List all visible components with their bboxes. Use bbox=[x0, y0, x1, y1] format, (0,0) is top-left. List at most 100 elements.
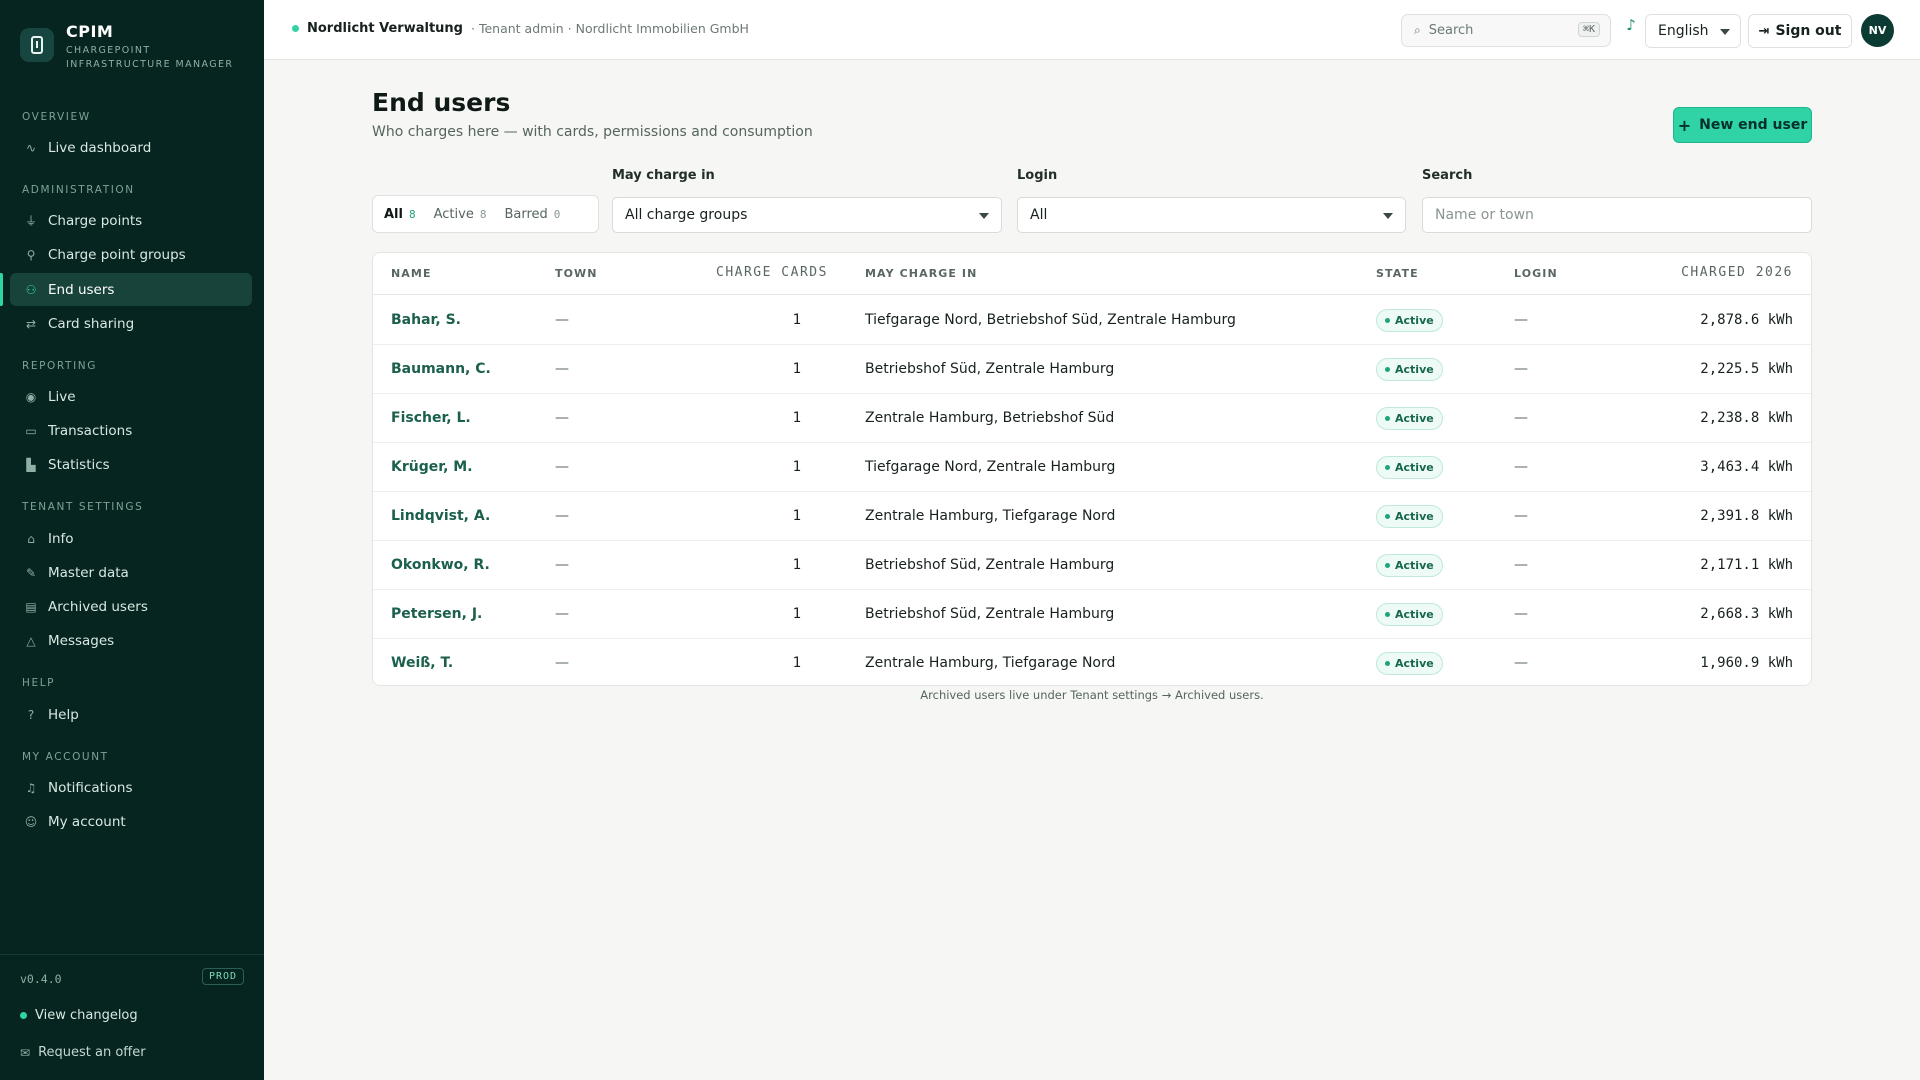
sign-out-icon: ⇥ bbox=[1758, 23, 1770, 39]
archive-icon: ▤ bbox=[25, 599, 37, 614]
may-charge-cell: Zentrale Hamburg, Tiefgarage Nord bbox=[865, 508, 1116, 524]
nav-section-administration: ADMINISTRATION bbox=[22, 184, 135, 196]
sidebar-item-end-users[interactable]: ⚇ End users bbox=[0, 273, 252, 306]
table-row[interactable]: Lindqvist, A. — 1 Zentrale Hamburg, Tiefgar… bbox=[373, 492, 1811, 541]
town-cell: — bbox=[555, 655, 569, 671]
table-row[interactable]: Okonkwo, R. — 1 Betriebshof Süd, Zentrale H… bbox=[373, 541, 1811, 590]
status-label: Active bbox=[1395, 363, 1434, 376]
may-charge-cell: Betriebshof Süd, Zentrale Hamburg bbox=[865, 361, 1115, 377]
sidebar-item-my-account[interactable]: ☺ My account bbox=[10, 805, 252, 838]
login-select[interactable]: All bbox=[1017, 197, 1406, 233]
charged-cell: 2,238.8 kWh bbox=[1700, 410, 1793, 426]
table-row[interactable]: Fischer, L. — 1 Zentrale Hamburg, Betriebsh… bbox=[373, 394, 1811, 443]
charge-cards-cell: 1 bbox=[792, 459, 801, 475]
login-cell: — bbox=[1514, 459, 1528, 475]
sidebar-item-label: Archived users bbox=[48, 598, 148, 615]
table-row[interactable]: Baumann, C. — 1 Betriebshof Süd, Zentrale H… bbox=[373, 345, 1811, 394]
may-charge-cell: Zentrale Hamburg, Tiefgarage Nord bbox=[865, 655, 1116, 671]
sidebar-item-help[interactable]: ? Help bbox=[10, 698, 252, 731]
sidebar-item-label: Info bbox=[48, 530, 74, 547]
login-cell: — bbox=[1514, 557, 1528, 573]
col-name[interactable]: NAME bbox=[391, 267, 432, 280]
may-charge-select[interactable]: All charge groups bbox=[612, 197, 1002, 233]
new-end-user-label: New end user bbox=[1699, 117, 1808, 133]
sidebar-item-archived-users[interactable]: ▤ Archived users bbox=[10, 590, 252, 623]
may-charge-cell: Betriebshof Süd, Zentrale Hamburg bbox=[865, 606, 1115, 622]
charge-cards-cell: 1 bbox=[792, 508, 801, 524]
sidebar-item-notifications[interactable]: ♫ Notifications bbox=[10, 771, 252, 804]
request-offer-link[interactable]: ✉ Request an offer bbox=[20, 1045, 146, 1060]
may-charge-value: All charge groups bbox=[625, 207, 748, 223]
status-label: Active bbox=[1395, 412, 1434, 425]
user-name-link[interactable]: Okonkwo, R. bbox=[391, 557, 490, 573]
status-label: Active bbox=[1395, 608, 1434, 621]
new-end-user-button[interactable]: + New end user bbox=[1673, 107, 1812, 143]
sidebar-item-statistics[interactable]: ▙ Statistics bbox=[10, 448, 252, 481]
status-badge: Active bbox=[1376, 603, 1443, 626]
tab-active[interactable]: Active 8 bbox=[426, 199, 495, 229]
col-charged-2026[interactable]: CHARGED 2026 bbox=[1623, 265, 1793, 280]
user-name-link[interactable]: Fischer, L. bbox=[391, 410, 471, 426]
col-may-charge[interactable]: MAY CHARGE IN bbox=[865, 267, 977, 280]
avatar[interactable]: NV bbox=[1861, 14, 1894, 47]
tab-barred[interactable]: Barred 0 bbox=[496, 199, 568, 229]
global-search-input[interactable]: ⌕ Search ⌘K bbox=[1401, 14, 1611, 47]
table-row[interactable]: Bahar, S. — 1 Tiefgarage Nord, Betriebshof … bbox=[373, 296, 1811, 345]
user-name-link[interactable]: Lindqvist, A. bbox=[391, 508, 490, 524]
sidebar: CPIM CHARGEPOINT INFRASTRUCTURE MANAGER … bbox=[0, 0, 264, 1080]
tab-label: All bbox=[384, 206, 403, 222]
nav-section-my-account: MY ACCOUNT bbox=[22, 751, 109, 763]
charged-cell: 2,225.5 kWh bbox=[1700, 361, 1793, 377]
sidebar-item-charge-point-groups[interactable]: ⚲ Charge point groups bbox=[10, 238, 252, 271]
view-changelog-link[interactable]: View changelog bbox=[20, 1008, 138, 1023]
tab-count: 0 bbox=[553, 207, 561, 221]
card-icon: ▭ bbox=[25, 423, 37, 438]
table-row[interactable]: Krüger, M. — 1 Tiefgarage Nord, Zentrale Ha… bbox=[373, 443, 1811, 492]
end-users-table: NAME TOWN CHARGE CARDS MAY CHARGE IN STA… bbox=[372, 252, 1812, 686]
col-login[interactable]: LOGIN bbox=[1514, 267, 1558, 280]
sign-out-label: Sign out bbox=[1775, 23, 1842, 39]
login-cell: — bbox=[1514, 508, 1528, 524]
request-offer-label: Request an offer bbox=[38, 1045, 146, 1060]
language-value: English bbox=[1658, 23, 1709, 39]
col-town[interactable]: TOWN bbox=[555, 267, 598, 280]
help-icon: ? bbox=[27, 707, 35, 722]
charge-cards-cell: 1 bbox=[792, 410, 801, 426]
user-name-link[interactable]: Bahar, S. bbox=[391, 312, 461, 328]
status-dot-icon bbox=[1385, 514, 1390, 519]
sidebar-item-charge-points[interactable]: ⏚ Charge points bbox=[10, 204, 252, 237]
user-name-link[interactable]: Baumann, C. bbox=[391, 361, 491, 377]
login-cell: — bbox=[1514, 361, 1528, 377]
table-row[interactable]: Petersen, J. — 1 Betriebshof Süd, Zentrale … bbox=[373, 590, 1811, 639]
status-dot-icon bbox=[1385, 367, 1390, 372]
charged-cell: 1,960.9 kWh bbox=[1700, 655, 1793, 671]
sidebar-item-label: Notifications bbox=[48, 779, 133, 796]
notifications-bell-icon[interactable]: ♪ bbox=[1621, 16, 1641, 36]
bell-icon: ♫ bbox=[25, 780, 37, 795]
tab-all[interactable]: All 8 bbox=[376, 199, 424, 229]
sidebar-item-card-sharing[interactable]: ⇄ Card sharing bbox=[10, 307, 252, 340]
col-state[interactable]: STATE bbox=[1376, 267, 1419, 280]
user-name-link[interactable]: Krüger, M. bbox=[391, 459, 473, 475]
sidebar-item-master-data[interactable]: ✎ Master data bbox=[10, 556, 252, 589]
sidebar-item-info[interactable]: ⌂ Info bbox=[10, 522, 252, 555]
col-charge-cards[interactable]: CHARGE CARDS bbox=[716, 265, 826, 280]
changelog-label: View changelog bbox=[35, 1008, 138, 1023]
status-dot-icon bbox=[1385, 416, 1390, 421]
brand-name: CPIM bbox=[66, 22, 114, 41]
language-select[interactable]: English bbox=[1645, 14, 1741, 48]
nav-section-help: HELP bbox=[22, 677, 56, 689]
sidebar-item-transactions[interactable]: ▭ Transactions bbox=[10, 414, 252, 447]
tree-icon: ⚲ bbox=[26, 247, 36, 262]
user-name-link[interactable]: Petersen, J. bbox=[391, 606, 482, 622]
sign-out-button[interactable]: ⇥ Sign out bbox=[1748, 14, 1852, 48]
sidebar-item-messages[interactable]: △ Messages bbox=[10, 624, 252, 657]
user-name-link[interactable]: Weiß, T. bbox=[391, 655, 453, 671]
status-dot-icon bbox=[1385, 318, 1390, 323]
status-badge: Active bbox=[1376, 407, 1443, 430]
brand[interactable]: CPIM CHARGEPOINT INFRASTRUCTURE MANAGER bbox=[20, 22, 233, 72]
name-town-search-input[interactable] bbox=[1422, 197, 1812, 233]
table-row[interactable]: Weiß, T. — 1 Zentrale Hamburg, Tiefgarage N… bbox=[373, 639, 1811, 685]
sidebar-item-live[interactable]: ◉ Live bbox=[10, 380, 252, 413]
sidebar-item-live-dashboard[interactable]: ∿ Live dashboard bbox=[10, 131, 252, 164]
